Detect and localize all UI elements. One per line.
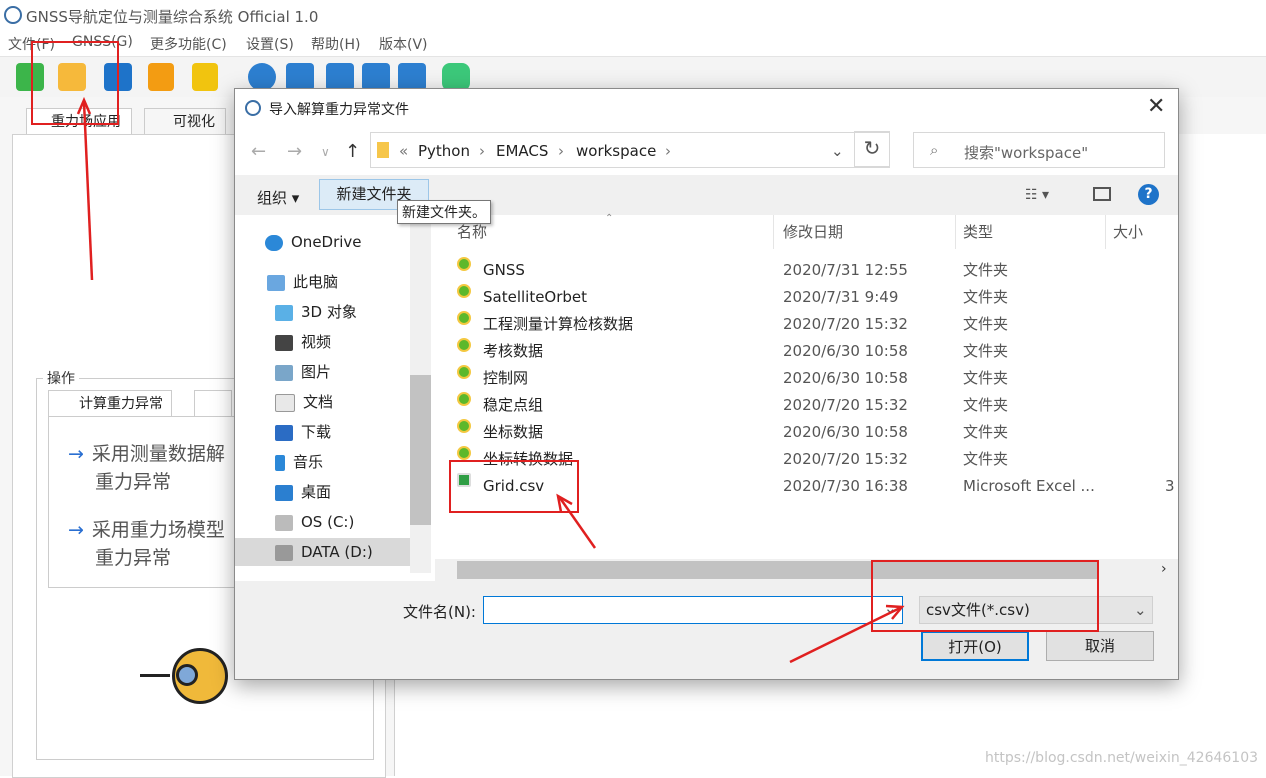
annotation-arrow <box>789 606 901 664</box>
annotation-arrow <box>82 101 94 281</box>
watermark: https://blog.csdn.net/weixin_42646103 <box>985 750 1259 766</box>
annotation-arrow <box>558 497 597 549</box>
annotation-arrows <box>76 96 905 664</box>
